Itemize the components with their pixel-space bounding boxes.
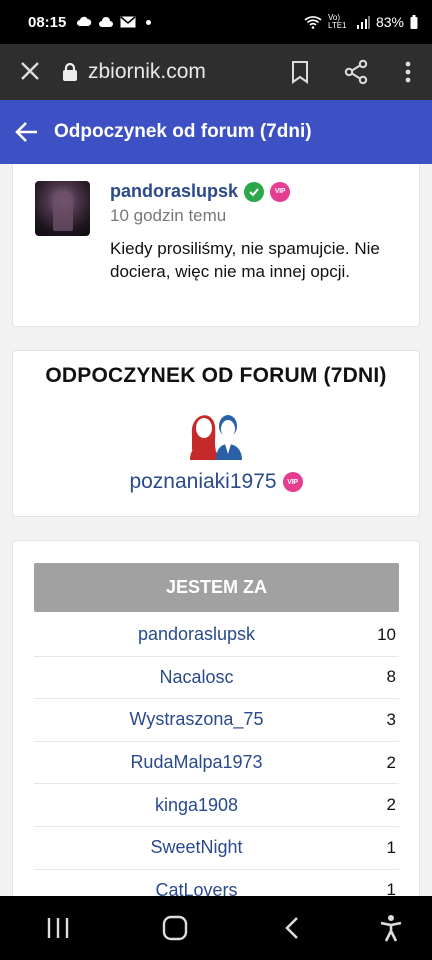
votes-card: JESTEM ZA pandoraslupsk 10 Nacalosc 8 Wy… (12, 540, 420, 896)
topic-owner-row: poznaniaki1975 VIP (13, 470, 419, 494)
post-timestamp: 10 godzin temu (110, 206, 227, 225)
status-bar: 08:15 Vo) LTE1 83% (0, 0, 432, 44)
browser-toolbar: zbiornik.com (0, 44, 432, 100)
author-row: pandoraslupsk VIP (110, 181, 291, 202)
back-arrow-icon[interactable] (0, 121, 54, 143)
vote-row: Wystraszona_75 3 (34, 699, 399, 742)
topic-card: ODPOCZYNEK OD FORUM (7DNI) poznaniaki197… (12, 350, 420, 517)
notification-icons (76, 16, 152, 28)
main-content[interactable]: pandoraslupsk VIP 10 godzin temu Kiedy p… (0, 164, 432, 896)
status-right: Vo) LTE1 83% (304, 14, 418, 30)
voter-name-link[interactable]: pandoraslupsk (34, 624, 339, 645)
vip-badge: VIP (270, 181, 291, 202)
avatar[interactable] (35, 181, 90, 236)
voter-name-link[interactable]: RudaMalpa1973 (34, 752, 339, 773)
system-nav-bar (0, 896, 432, 960)
voter-name-link[interactable]: kinga1908 (34, 795, 339, 816)
vip-badge: VIP (282, 472, 303, 492)
vote-row: Nacalosc 8 (34, 657, 399, 700)
post-author-link[interactable]: pandoraslupsk (110, 181, 238, 202)
more-options-icon[interactable] (384, 60, 432, 84)
more-notifications-dot (146, 19, 152, 25)
mail-icon (120, 16, 136, 28)
accessibility-icon[interactable] (350, 914, 432, 942)
bookmark-icon[interactable] (272, 60, 328, 84)
status-time: 08:15 (28, 13, 67, 31)
cloud-icon (99, 17, 114, 27)
home-icon[interactable] (117, 915, 234, 941)
post-text: Kiedy prosiliśmy, nie spamujcie. Nie doc… (110, 239, 380, 281)
back-nav-icon[interactable] (234, 916, 351, 940)
vote-row: CatLovers 1 (34, 870, 399, 896)
topic-owner-link[interactable]: poznaniaki1975 (129, 470, 276, 494)
vote-count: 10 (377, 624, 396, 644)
voter-name-link[interactable]: CatLovers (34, 880, 339, 896)
page-title: Odpoczynek od forum (7dni) (54, 121, 312, 142)
voter-name-link[interactable]: Wystraszona_75 (34, 709, 339, 730)
vote-row: pandoraslupsk 10 (34, 614, 399, 657)
votes-list: pandoraslupsk 10 Nacalosc 8 Wystraszona_… (34, 614, 399, 896)
url-text[interactable]: zbiornik.com (88, 60, 272, 84)
share-icon[interactable] (328, 59, 384, 85)
wifi-icon (304, 16, 322, 29)
vote-row: kinga1908 2 (34, 784, 399, 827)
lock-icon (63, 63, 77, 81)
couple-profile-icon[interactable] (188, 404, 244, 460)
battery-percent: 83% (375, 14, 404, 30)
vote-count: 8 (386, 667, 396, 687)
signal-icon (356, 16, 370, 29)
vote-count: 1 (386, 837, 396, 857)
vote-row: RudaMalpa1973 2 (34, 742, 399, 785)
close-icon[interactable] (0, 57, 60, 88)
network-label: Vo) LTE1 (327, 13, 347, 30)
vote-count: 1 (386, 880, 396, 896)
vote-count: 3 (386, 709, 396, 729)
voter-name-link[interactable]: Nacalosc (34, 667, 339, 688)
verified-check-icon (244, 181, 265, 202)
voter-name-link[interactable]: SweetNight (34, 837, 339, 858)
topic-title: ODPOCZYNEK OD FORUM (7DNI) (45, 364, 387, 387)
votes-for-header[interactable]: JESTEM ZA (34, 563, 399, 612)
vote-count: 2 (386, 752, 396, 772)
post-card: pandoraslupsk VIP 10 godzin temu Kiedy p… (12, 164, 420, 327)
recent-apps-icon[interactable] (0, 917, 117, 939)
battery-icon (410, 15, 418, 29)
weather-icon (77, 16, 92, 26)
vote-row: SweetNight 1 (34, 827, 399, 870)
app-header: Odpoczynek od forum (7dni) (0, 100, 432, 164)
vote-count: 2 (386, 795, 396, 815)
